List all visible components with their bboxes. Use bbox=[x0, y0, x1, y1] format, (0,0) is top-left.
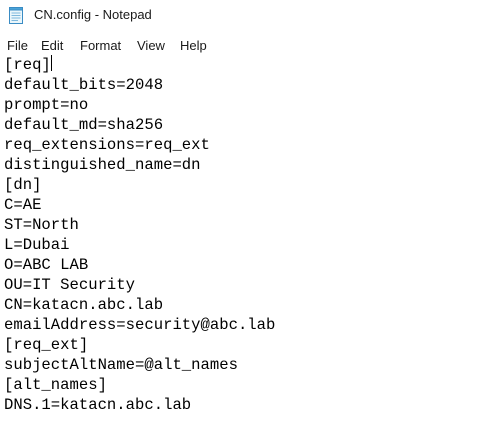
editor-line: emailAddress=security@abc.lab bbox=[4, 316, 276, 334]
editor-line: distinguished_name=dn bbox=[4, 156, 201, 174]
menu-bar: File Edit Format View Help bbox=[0, 32, 500, 54]
menu-file[interactable]: File bbox=[7, 36, 28, 55]
menu-edit[interactable]: Edit bbox=[41, 36, 63, 55]
editor-line: [dn] bbox=[4, 176, 42, 194]
editor-line: DNS.1=katacn.abc.lab bbox=[4, 396, 192, 414]
editor-line-text: [req] bbox=[4, 56, 51, 74]
editor-line: [alt_names] bbox=[4, 376, 107, 394]
editor-line: prompt=no bbox=[4, 96, 89, 114]
editor-line: C=AE bbox=[4, 196, 42, 214]
editor-line: O=ABC LAB bbox=[4, 256, 89, 274]
menu-help[interactable]: Help bbox=[180, 36, 207, 55]
text-editor[interactable]: [req] default_bits=2048 prompt=no defaul… bbox=[0, 55, 500, 428]
menu-format[interactable]: Format bbox=[80, 36, 121, 55]
editor-line: [req] bbox=[4, 55, 275, 75]
menu-view[interactable]: View bbox=[137, 36, 165, 55]
editor-line: req_extensions=req_ext bbox=[4, 136, 210, 154]
editor-line: OU=IT Security bbox=[4, 276, 136, 294]
text-caret bbox=[50, 55, 52, 71]
editor-line: [req_ext] bbox=[4, 336, 89, 354]
title-bar[interactable]: CN.config - Notepad bbox=[0, 0, 500, 32]
editor-line: default_md=sha256 bbox=[4, 116, 164, 134]
window-title: CN.config - Notepad bbox=[34, 7, 152, 22]
notepad-icon bbox=[9, 7, 23, 24]
editor-content[interactable]: [req] default_bits=2048 prompt=no defaul… bbox=[4, 55, 275, 415]
editor-line: default_bits=2048 bbox=[4, 76, 164, 94]
editor-line: CN=katacn.abc.lab bbox=[4, 296, 164, 314]
editor-line: subjectAltName=@alt_names bbox=[4, 356, 238, 374]
editor-line: ST=North bbox=[4, 216, 79, 234]
editor-line: L=Dubai bbox=[4, 236, 70, 254]
